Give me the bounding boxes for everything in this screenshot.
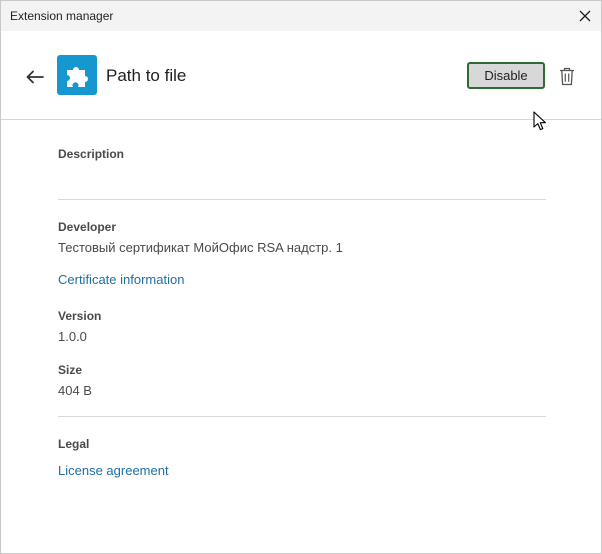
title-bar: Extension manager xyxy=(1,1,601,31)
extension-name: Path to file xyxy=(106,66,187,85)
back-arrow-icon[interactable] xyxy=(23,65,47,89)
license-agreement-link[interactable]: License agreement xyxy=(58,463,169,478)
close-icon[interactable] xyxy=(575,6,595,26)
trash-icon[interactable] xyxy=(557,65,577,87)
developer-value: Тестовый сертификат МойОфис RSA надстр. … xyxy=(58,240,343,255)
divider xyxy=(58,199,546,200)
extension-header: Path to file Disable xyxy=(1,31,601,131)
puzzle-piece-icon xyxy=(57,55,97,95)
description-label: Description xyxy=(58,147,125,161)
version-label: Version xyxy=(58,309,102,323)
size-value: 404 B xyxy=(58,383,92,398)
size-label: Size xyxy=(58,363,83,377)
disable-button[interactable]: Disable xyxy=(467,62,545,89)
mouse-pointer-icon xyxy=(533,111,546,131)
developer-label: Developer xyxy=(58,220,117,234)
version-value: 1.0.0 xyxy=(58,329,87,344)
divider xyxy=(58,416,546,417)
extension-manager-window: Extension manager Path to file Disable D… xyxy=(0,0,602,554)
legal-label: Legal xyxy=(58,437,90,451)
window-title: Extension manager xyxy=(10,9,114,23)
certificate-information-link[interactable]: Certificate information xyxy=(58,272,184,287)
